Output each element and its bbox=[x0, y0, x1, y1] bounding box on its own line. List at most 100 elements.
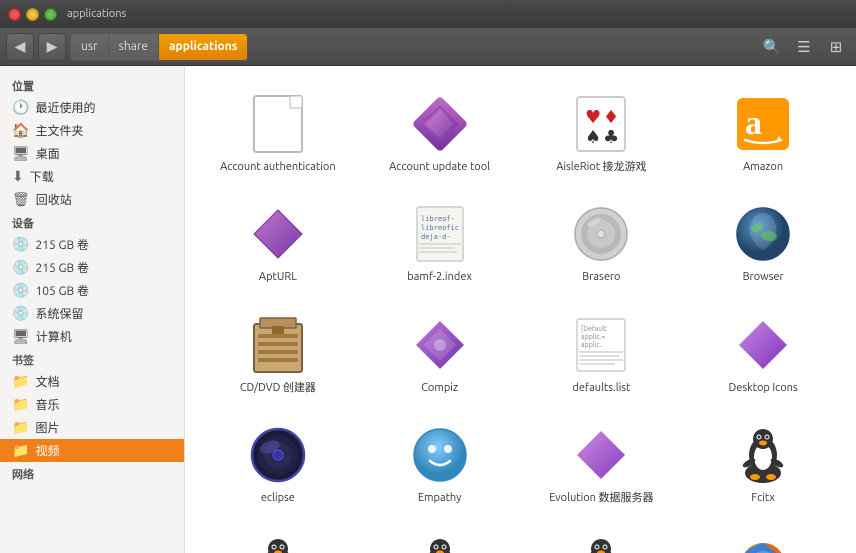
app-account-update[interactable]: Account update tool bbox=[363, 82, 517, 184]
sidebar-section-locations: 位置 bbox=[0, 74, 184, 96]
sidebar-item-home[interactable]: 🏠 主文件夹 bbox=[0, 119, 184, 142]
sidebar-section-devices: 设备 bbox=[0, 211, 184, 233]
close-button[interactable] bbox=[8, 8, 21, 21]
sidebar-item-docs[interactable]: 📁 文档 bbox=[0, 370, 184, 393]
app-apturl[interactable]: AptURL bbox=[201, 192, 355, 294]
maximize-button[interactable] bbox=[44, 8, 57, 21]
app-defaults[interactable]: [Default applic.= applic. defaults.list bbox=[525, 303, 679, 405]
sidebar-item-docs-label: 文档 bbox=[35, 373, 59, 390]
apps-grid: Account authentication bbox=[201, 82, 840, 553]
svg-text:libreof-: libreof- bbox=[421, 215, 455, 223]
forward-button[interactable]: ▶ bbox=[38, 33, 66, 61]
desktop-icon: 🖥 bbox=[12, 145, 30, 162]
defaults-icon: [Default applic.= applic. bbox=[569, 313, 633, 377]
downloads-icon: ⬇ bbox=[12, 168, 24, 185]
back-button[interactable]: ◀ bbox=[6, 33, 34, 61]
sidebar-item-videos[interactable]: 📁 视频 bbox=[0, 439, 184, 462]
sidebar-item-backup-label: 系统保留 bbox=[35, 305, 83, 322]
apturl-label: AptURL bbox=[259, 270, 297, 284]
account-auth-icon bbox=[246, 92, 310, 156]
fcitx-label: Fcitx bbox=[751, 491, 775, 505]
fcitx-peizhi-icon bbox=[408, 533, 472, 553]
app-fcitx-config[interactable]: Fcitx Config Tool bbox=[201, 523, 355, 553]
sidebar-item-disk3-label: 105 GB 卷 bbox=[35, 282, 88, 299]
sidebar-item-downloads-label: 下载 bbox=[30, 168, 54, 185]
app-evolution[interactable]: Evolution 数据服务器 bbox=[525, 413, 679, 515]
sidebar-item-disk1-label: 215 GB 卷 bbox=[35, 236, 88, 253]
app-fcitx-peizhi[interactable]: Fcitx 配置 bbox=[363, 523, 517, 553]
app-amazon[interactable]: a Amazon bbox=[686, 82, 840, 184]
svg-text:♦: ♦ bbox=[603, 107, 619, 127]
sidebar-item-trash-label: 回收站 bbox=[36, 191, 72, 208]
sidebar-item-recent-label: 最近使用的 bbox=[35, 99, 95, 116]
fcitx-icon bbox=[731, 423, 795, 487]
compiz-label: Compiz bbox=[421, 381, 458, 395]
disk2-icon: 💿 bbox=[12, 259, 29, 276]
breadcrumb-share[interactable]: share bbox=[109, 34, 159, 60]
breadcrumb: usr share applications bbox=[70, 33, 248, 61]
svg-text:applic.: applic. bbox=[581, 341, 602, 349]
svg-text:♣: ♣ bbox=[603, 127, 619, 147]
app-compiz[interactable]: Compiz bbox=[363, 303, 517, 405]
desktop-icons-label: Desktop Icons bbox=[729, 381, 798, 395]
music-icon: 📁 bbox=[12, 396, 29, 413]
fcitx-config-icon bbox=[246, 533, 310, 553]
app-cddvd[interactable]: CD/DVD 创建器 bbox=[201, 303, 355, 405]
app-bamf[interactable]: libreof- libreofic deja-d- bamf-2.index bbox=[363, 192, 517, 294]
app-fcitx-skin[interactable]: Fcitx 皮肤安装器 bbox=[525, 523, 679, 553]
sidebar-item-computer[interactable]: 🖥 计算机 bbox=[0, 325, 184, 348]
sidebar-item-backup[interactable]: 💿 系统保留 bbox=[0, 302, 184, 325]
sidebar-item-downloads[interactable]: ⬇ 下载 bbox=[0, 165, 184, 188]
empathy-label: Empathy bbox=[418, 491, 462, 505]
disk3-icon: 💿 bbox=[12, 282, 29, 299]
sidebar-item-music[interactable]: 📁 音乐 bbox=[0, 393, 184, 416]
app-fcitx[interactable]: Fcitx bbox=[686, 413, 840, 515]
app-account-auth[interactable]: Account authentication bbox=[201, 82, 355, 184]
firefox-icon bbox=[731, 533, 795, 553]
bamf-icon: libreof- libreofic deja-d- bbox=[408, 202, 472, 266]
menu-button[interactable]: ☰ bbox=[790, 33, 818, 61]
minimize-button[interactable] bbox=[26, 8, 39, 21]
app-desktop-icons[interactable]: Desktop Icons bbox=[686, 303, 840, 405]
app-firefox[interactable]: Firefox 网络浏览器 bbox=[686, 523, 840, 553]
svg-text:a: a bbox=[745, 105, 762, 142]
aisleriot-label: AisleRiot 接龙游戏 bbox=[556, 160, 646, 174]
breadcrumb-usr[interactable]: usr bbox=[71, 34, 109, 60]
breadcrumb-applications[interactable]: applications bbox=[159, 34, 247, 60]
svg-text:libreofic: libreofic bbox=[421, 224, 459, 232]
app-brasero[interactable]: Brasero bbox=[525, 192, 679, 294]
app-aisleriot[interactable]: ♥ ♦ ♠ ♣ AisleRiot 接龙游戏 bbox=[525, 82, 679, 184]
content-area: Account authentication bbox=[185, 66, 856, 553]
sidebar-item-pictures[interactable]: 📁 图片 bbox=[0, 416, 184, 439]
sidebar-item-trash[interactable]: 🗑 回收站 bbox=[0, 188, 184, 211]
browser-icon bbox=[731, 202, 795, 266]
app-browser[interactable]: Browser bbox=[686, 192, 840, 294]
brasero-icon bbox=[569, 202, 633, 266]
grid-view-button[interactable]: ⊞ bbox=[822, 33, 850, 61]
app-empathy[interactable]: Empathy bbox=[363, 413, 517, 515]
search-button[interactable]: 🔍 bbox=[758, 33, 786, 61]
sidebar-item-computer-label: 计算机 bbox=[36, 328, 72, 345]
pictures-icon: 📁 bbox=[12, 419, 29, 436]
sidebar-item-disk2[interactable]: 💿 215 GB 卷 bbox=[0, 256, 184, 279]
videos-icon: 📁 bbox=[12, 442, 29, 459]
sidebar: 位置 🕐 最近使用的 🏠 主文件夹 🖥 桌面 ⬇ 下载 🗑 回收站 设备 💿 2… bbox=[0, 66, 185, 553]
main-layout: 位置 🕐 最近使用的 🏠 主文件夹 🖥 桌面 ⬇ 下载 🗑 回收站 设备 💿 2… bbox=[0, 66, 856, 553]
sidebar-item-videos-label: 视频 bbox=[35, 442, 59, 459]
svg-text:♠: ♠ bbox=[585, 127, 601, 147]
aisleriot-icon: ♥ ♦ ♠ ♣ bbox=[569, 92, 633, 156]
cddvd-label: CD/DVD 创建器 bbox=[240, 381, 316, 395]
sidebar-item-disk3[interactable]: 💿 105 GB 卷 bbox=[0, 279, 184, 302]
sidebar-item-recent[interactable]: 🕐 最近使用的 bbox=[0, 96, 184, 119]
sidebar-item-disk1[interactable]: 💿 215 GB 卷 bbox=[0, 233, 184, 256]
eclipse-label: eclipse bbox=[261, 491, 295, 505]
apturl-icon bbox=[246, 202, 310, 266]
svg-text:♥: ♥ bbox=[585, 107, 601, 127]
bamf-label: bamf-2.index bbox=[407, 270, 472, 284]
sidebar-item-desktop[interactable]: 🖥 桌面 bbox=[0, 142, 184, 165]
trash-icon: 🗑 bbox=[12, 191, 30, 208]
app-eclipse[interactable]: eclipse bbox=[201, 413, 355, 515]
account-update-icon bbox=[408, 92, 472, 156]
brasero-label: Brasero bbox=[582, 270, 620, 284]
svg-text:applic.=: applic.= bbox=[581, 333, 605, 341]
